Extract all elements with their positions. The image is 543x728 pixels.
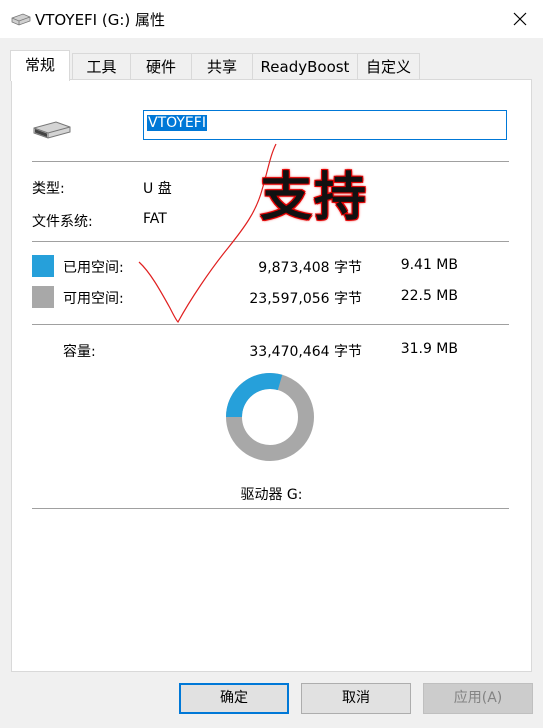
divider [32, 508, 509, 509]
used-space-bytes: 9,873,408 字节 [258, 260, 362, 276]
close-button[interactable] [497, 0, 543, 38]
used-space-arc [226, 373, 283, 418]
tab-tools[interactable]: 工具 [72, 53, 131, 80]
drive-letter-label: 驱动器 G: [240, 487, 303, 503]
usb-drive-icon [11, 13, 31, 26]
capacity-bytes: 33,470,464 字节 [249, 344, 362, 360]
apply-button[interactable]: 应用(A) [423, 683, 533, 714]
title-bar: VTOYEFI (G:) 属性 [0, 0, 543, 38]
capacity-label: 容量: [63, 344, 96, 360]
used-space-label: 已用空间: [63, 260, 124, 276]
tab-hardware[interactable]: 硬件 [130, 53, 192, 80]
cancel-button[interactable]: 取消 [301, 683, 411, 714]
used-space-swatch [32, 255, 54, 277]
tab-sharing[interactable]: 共享 [191, 53, 253, 80]
drive-name-input[interactable]: VTOYEFI [143, 110, 507, 140]
annotation-text: 支持 [260, 168, 369, 228]
usb-drive-icon [33, 121, 71, 139]
type-value: U 盘 [143, 181, 172, 197]
tab-customize[interactable]: 自定义 [357, 53, 420, 80]
divider [32, 324, 509, 325]
filesystem-value: FAT [143, 211, 167, 227]
ok-button[interactable]: 确定 [179, 683, 289, 714]
drive-name-value: VTOYEFI [147, 115, 207, 131]
tab-general[interactable]: 常规 [10, 50, 70, 81]
tab-readyboost[interactable]: ReadyBoost [252, 53, 358, 80]
disk-usage-donut [226, 373, 314, 461]
type-label: 类型: [32, 181, 65, 197]
filesystem-label: 文件系统: [32, 214, 93, 230]
free-space-swatch [32, 286, 54, 308]
used-space-size: 9.41 MB [400, 257, 458, 273]
divider [32, 241, 509, 242]
free-space-bytes: 23,597,056 字节 [249, 291, 362, 307]
window-title: VTOYEFI (G:) 属性 [35, 11, 166, 29]
close-icon [513, 12, 527, 26]
free-space-label: 可用空间: [63, 291, 124, 307]
divider [32, 161, 509, 162]
capacity-size: 31.9 MB [400, 341, 458, 357]
free-space-size: 22.5 MB [400, 288, 458, 304]
